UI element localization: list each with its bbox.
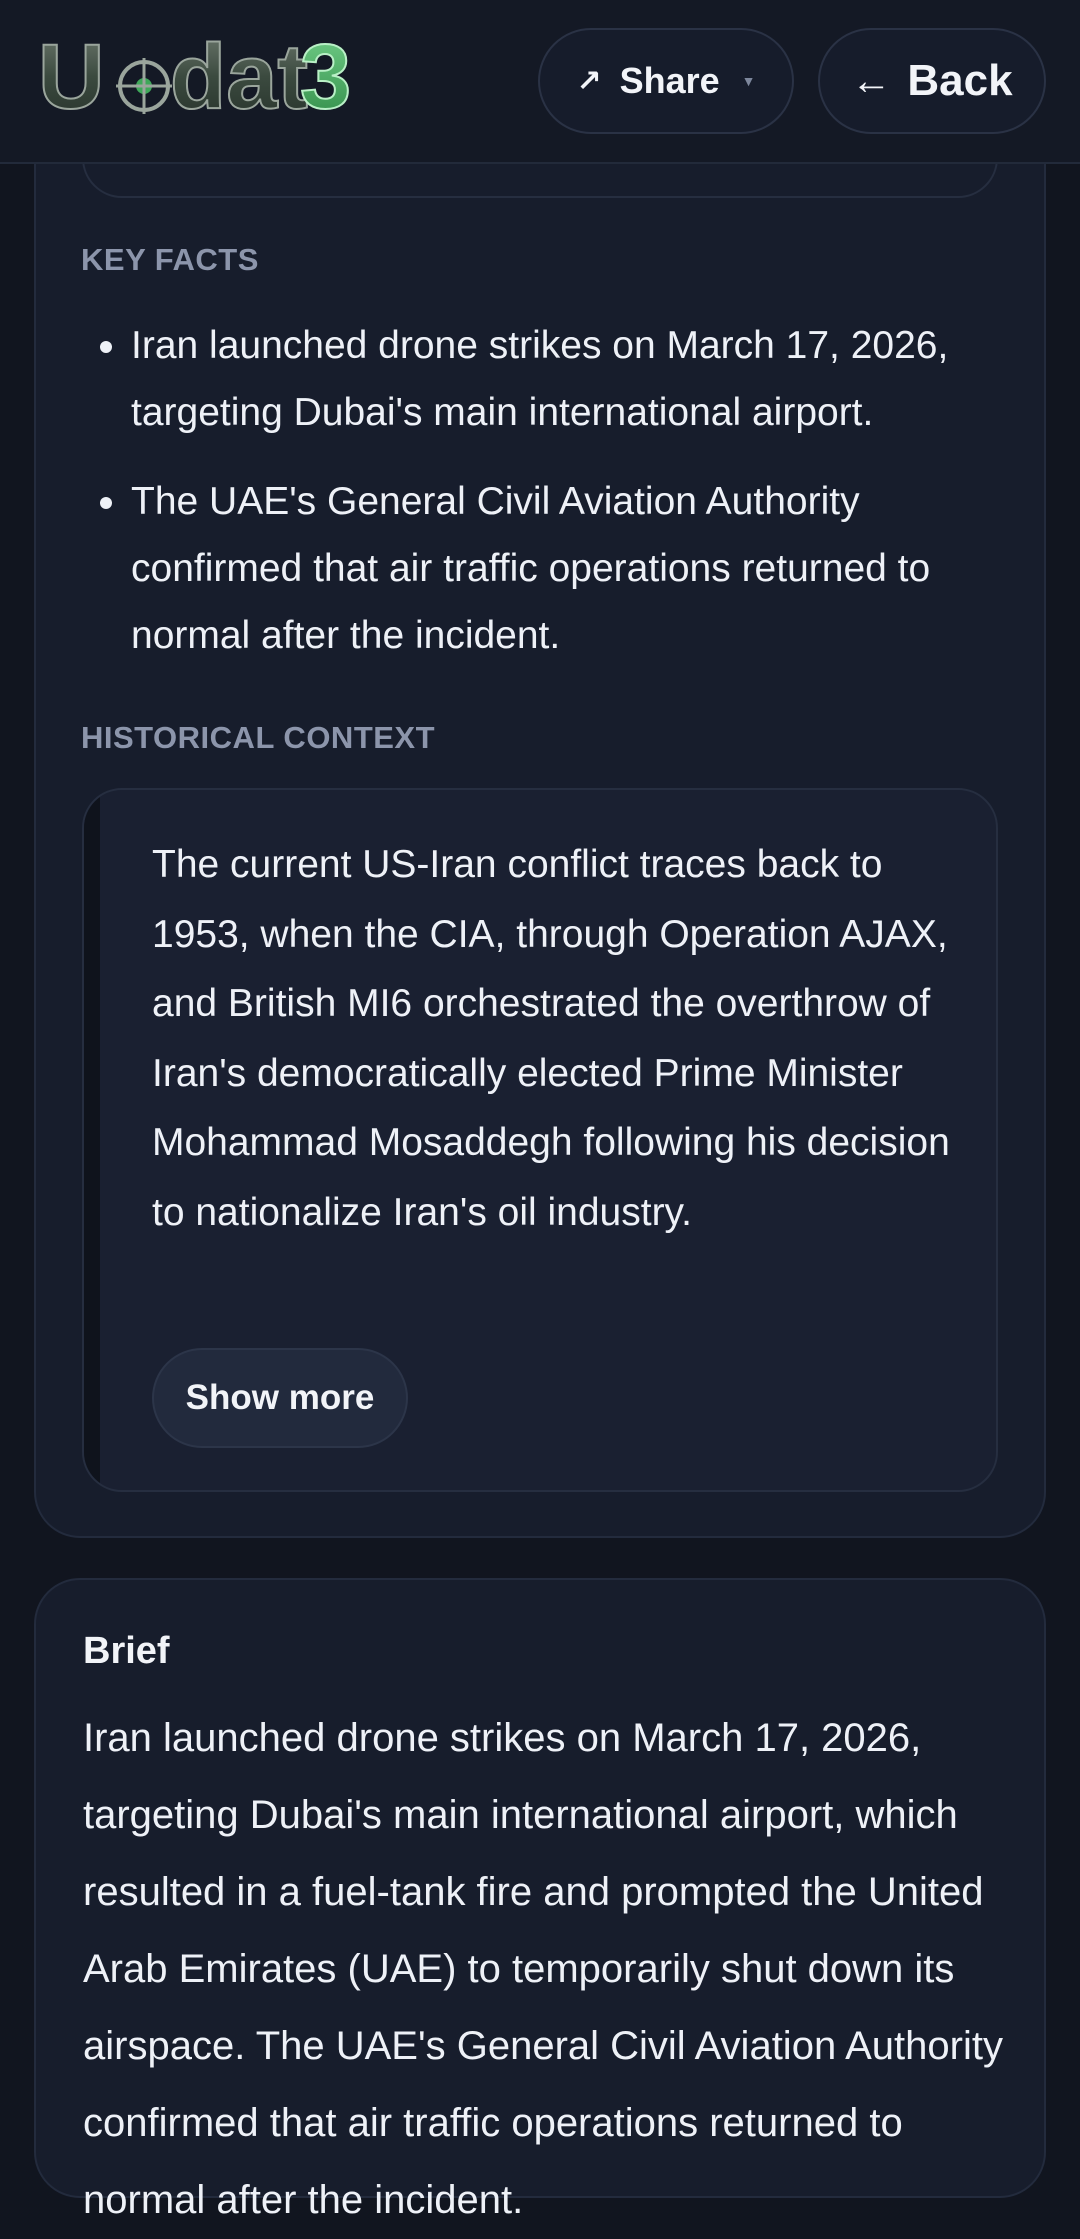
svg-text:3: 3 xyxy=(300,28,351,128)
bullet-icon xyxy=(100,497,112,509)
logo-graphic: U dat 3 xyxy=(37,25,352,129)
brief-text: Iran launched drone strikes on March 17,… xyxy=(83,1716,1003,2222)
historical-context-text: The current US-Iran conflict traces back… xyxy=(152,843,950,1234)
back-button[interactable]: ← Back xyxy=(818,28,1046,134)
site-logo[interactable]: U dat 3 xyxy=(36,25,366,129)
bullet-icon xyxy=(100,341,112,353)
key-facts-heading: KEY FACTS xyxy=(81,242,259,277)
show-more-button[interactable]: Show more xyxy=(152,1348,408,1448)
arrow-left-icon: ← xyxy=(851,58,892,103)
svg-text:dat: dat xyxy=(170,28,308,128)
key-fact-text: The UAE's General Civil Aviation Authori… xyxy=(131,480,931,657)
arrow-northeast-icon: ↗ xyxy=(576,64,602,98)
brief-card: Brief Iran launched drone strikes on Mar… xyxy=(34,1578,1046,2222)
share-button[interactable]: ↗ Share ▼ xyxy=(538,28,794,134)
key-fact-text: Iran launched drone strikes on March 17,… xyxy=(131,324,949,434)
historical-context-box: The current US-Iran conflict traces back… xyxy=(82,788,998,1492)
list-item: The UAE's General Civil Aviation Authori… xyxy=(81,468,1001,669)
app-header: U dat 3 ↗ Share ▼ ← Back xyxy=(0,0,1080,164)
back-label: Back xyxy=(907,56,1013,105)
quote-accent-bar xyxy=(84,790,100,1490)
historical-context-heading: HISTORICAL CONTEXT xyxy=(81,720,436,755)
list-item: Iran launched drone strikes on March 17,… xyxy=(81,312,1001,446)
key-facts-list: Iran launched drone strikes on March 17,… xyxy=(81,312,1001,691)
svg-text:U: U xyxy=(38,28,104,128)
brief-title: Brief xyxy=(83,1630,170,1672)
caret-down-icon: ▼ xyxy=(741,73,756,89)
share-label: Share xyxy=(619,60,720,101)
